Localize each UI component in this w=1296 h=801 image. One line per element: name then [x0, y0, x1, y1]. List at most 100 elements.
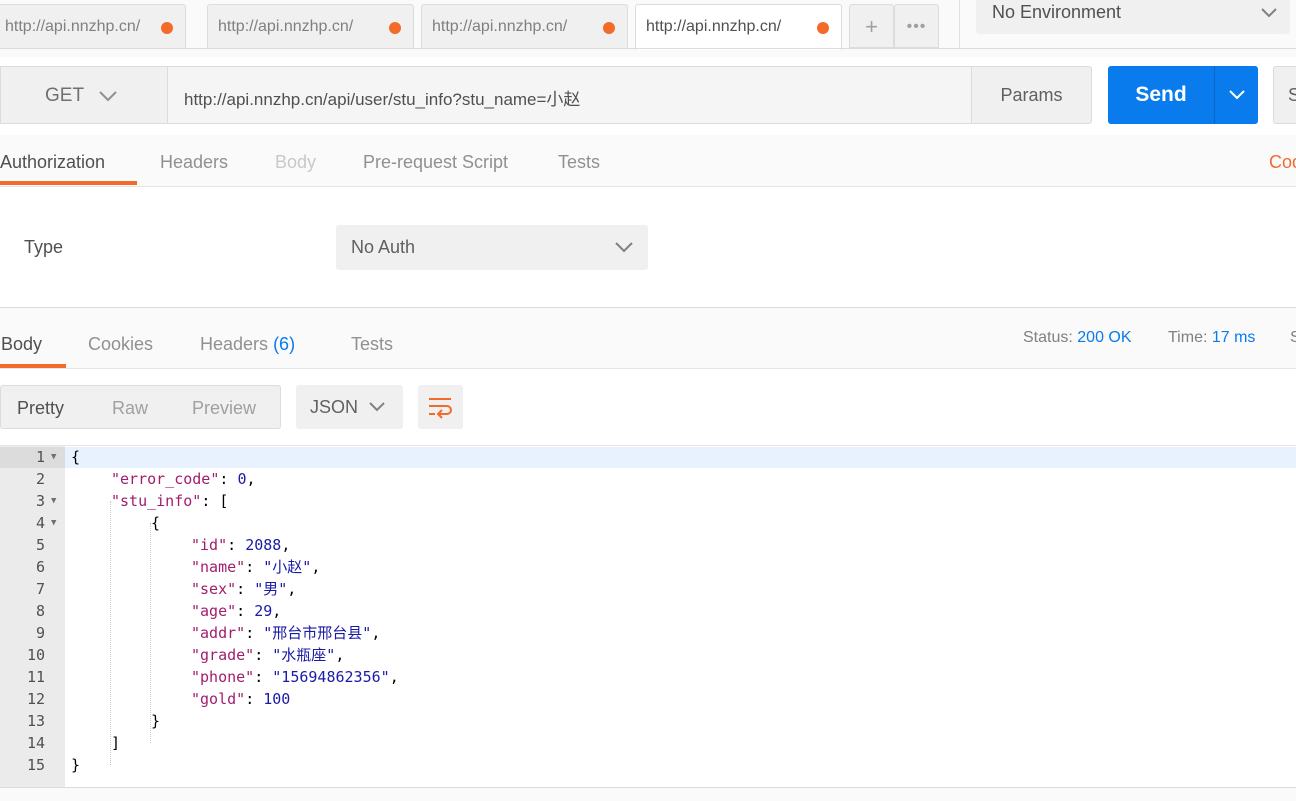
- status-value: 200 OK: [1077, 329, 1132, 346]
- tab-response-body[interactable]: Body: [1, 334, 42, 355]
- code-line: 9 "addr": "邢台市邢台县",: [0, 622, 1296, 644]
- code-text: "grade": "水瓶座",: [191, 646, 345, 664]
- wrap-lines-icon: [429, 398, 452, 419]
- tab-label: http://api.nnzhp.cn/: [5, 18, 141, 35]
- line-number: 9: [35, 624, 45, 642]
- code-text: "stu_info": [: [111, 492, 229, 510]
- format-select[interactable]: JSON: [296, 385, 403, 429]
- tab-body[interactable]: Body: [275, 152, 316, 173]
- tab-pre-request-script[interactable]: Pre-request Script: [363, 152, 508, 173]
- line-number: 4: [35, 514, 45, 532]
- code-text: "sex": "男",: [191, 580, 297, 598]
- line-number: 3: [35, 492, 45, 510]
- line-number: 8: [35, 602, 45, 620]
- environment-value: No Environment: [992, 2, 1122, 22]
- view-mode-group: Pretty Raw Preview: [0, 385, 281, 429]
- view-raw-button[interactable]: Raw: [112, 398, 148, 419]
- line-number: 10: [26, 646, 45, 664]
- code-line: 15}: [0, 754, 1296, 776]
- fold-toggle-icon[interactable]: ▼: [51, 490, 56, 512]
- line-number: 7: [35, 580, 45, 598]
- tab-label: Headers: [200, 334, 269, 354]
- response-body-editor[interactable]: 1 ▼ {2 "error_code": 0, 3 ▼ "stu_info": [4 ▼ {5 "…: [0, 445, 1296, 788]
- request-tab[interactable]: http://api.nnzhp.cn/: [0, 4, 186, 49]
- code-text: "addr": "邢台市邢台县",: [191, 624, 381, 642]
- code-text: }: [151, 712, 161, 730]
- new-tab-button[interactable]: +: [849, 4, 894, 48]
- unsaved-dot-icon: [389, 22, 401, 34]
- line-number: 12: [26, 690, 45, 708]
- tab-headers[interactable]: Headers: [160, 152, 228, 173]
- code-text: ]: [111, 734, 121, 752]
- line-number: 1: [35, 448, 45, 466]
- code-line: 10 "grade": "水瓶座",: [0, 644, 1296, 666]
- tab-label: http://api.nnzhp.cn/: [218, 18, 354, 35]
- code-line: 6 "name": "小赵",: [0, 556, 1296, 578]
- chevron-down-icon: [615, 242, 633, 253]
- tab-cookies[interactable]: Cookies: [88, 334, 153, 355]
- tab-tests[interactable]: Tests: [558, 152, 600, 173]
- unsaved-dot-icon: [817, 22, 829, 34]
- auth-type-label: Type: [24, 237, 64, 257]
- code-line: 1 ▼ {: [0, 446, 1296, 468]
- chevron-down-icon: [1261, 8, 1277, 18]
- tab-response-headers[interactable]: Headers (6): [200, 334, 295, 355]
- request-tab-active[interactable]: http://api.nnzhp.cn/: [635, 4, 842, 50]
- url-value: http://api.nnzhp.cn/api/user/stu_info?st…: [184, 90, 581, 109]
- line-number: 15: [26, 756, 45, 774]
- code-text: "age": 29,: [191, 602, 282, 620]
- code-line: 7 "sex": "男",: [0, 578, 1296, 600]
- view-pretty-button[interactable]: Pretty: [17, 398, 64, 419]
- view-preview-button[interactable]: Preview: [192, 398, 256, 419]
- unsaved-dot-icon: [603, 22, 615, 34]
- request-tab[interactable]: http://api.nnzhp.cn/: [207, 4, 414, 49]
- fold-toggle-icon[interactable]: ▼: [51, 446, 56, 468]
- code-line: 5 "id": 2088,: [0, 534, 1296, 556]
- fold-toggle-icon[interactable]: ▼: [51, 512, 56, 534]
- line-number: 14: [26, 734, 45, 752]
- environment-select[interactable]: No Environment: [976, 0, 1290, 34]
- code-line: 13}: [0, 710, 1296, 732]
- request-tab[interactable]: http://api.nnzhp.cn/: [421, 4, 628, 49]
- code-text: "gold": 100: [191, 690, 291, 708]
- auth-type-select[interactable]: No Auth: [336, 225, 648, 270]
- code-line: 11 "phone": "15694862356",: [0, 666, 1296, 688]
- send-button[interactable]: Send: [1108, 66, 1214, 124]
- code-line: 8 "age": 29,: [0, 600, 1296, 622]
- code-text: {: [151, 514, 161, 532]
- tabstrip-divider: [0, 48, 1296, 49]
- code-text: "id": 2088,: [191, 536, 291, 554]
- code-text: "phone": "15694862356",: [191, 668, 399, 686]
- tab-response-tests[interactable]: Tests: [351, 334, 393, 355]
- save-button[interactable]: S: [1273, 66, 1296, 124]
- send-options-button[interactable]: [1214, 66, 1258, 124]
- tab-label: http://api.nnzhp.cn/: [646, 18, 782, 35]
- method-select[interactable]: GET: [0, 66, 167, 124]
- tab-authorization[interactable]: Authorization: [0, 152, 105, 173]
- time-readout: Time: 17 ms: [1168, 329, 1255, 347]
- chevron-down-icon: [369, 402, 385, 412]
- size-label: S: [1290, 329, 1296, 346]
- code-line: 2 "error_code": 0,: [0, 468, 1296, 490]
- code-link[interactable]: Cod: [1269, 152, 1296, 173]
- status-label: Status:: [1023, 329, 1073, 346]
- line-number: 13: [26, 712, 45, 730]
- code-text: "error_code": 0,: [111, 470, 256, 488]
- url-input[interactable]: http://api.nnzhp.cn/api/user/stu_info?st…: [167, 66, 972, 124]
- params-button[interactable]: Params: [971, 66, 1092, 124]
- divider: [959, 0, 960, 48]
- active-tab-indicator: [0, 181, 137, 185]
- line-number: 2: [35, 470, 45, 488]
- headers-count-badge: (6): [273, 334, 296, 354]
- request-tabs: Authorization Headers Body Pre-request S…: [0, 135, 1296, 187]
- auth-type-value: No Auth: [351, 237, 416, 257]
- status-readout: Status: 200 OK: [1023, 329, 1132, 347]
- more-tabs-button[interactable]: •••: [894, 4, 939, 48]
- chevron-down-icon: [99, 91, 117, 102]
- active-tab-indicator: [0, 364, 66, 368]
- time-label: Time:: [1168, 329, 1208, 346]
- line-number: 11: [26, 668, 45, 686]
- code-line: 12 "gold": 100: [0, 688, 1296, 710]
- time-value: 17 ms: [1211, 329, 1256, 346]
- wrap-lines-button[interactable]: [418, 385, 463, 429]
